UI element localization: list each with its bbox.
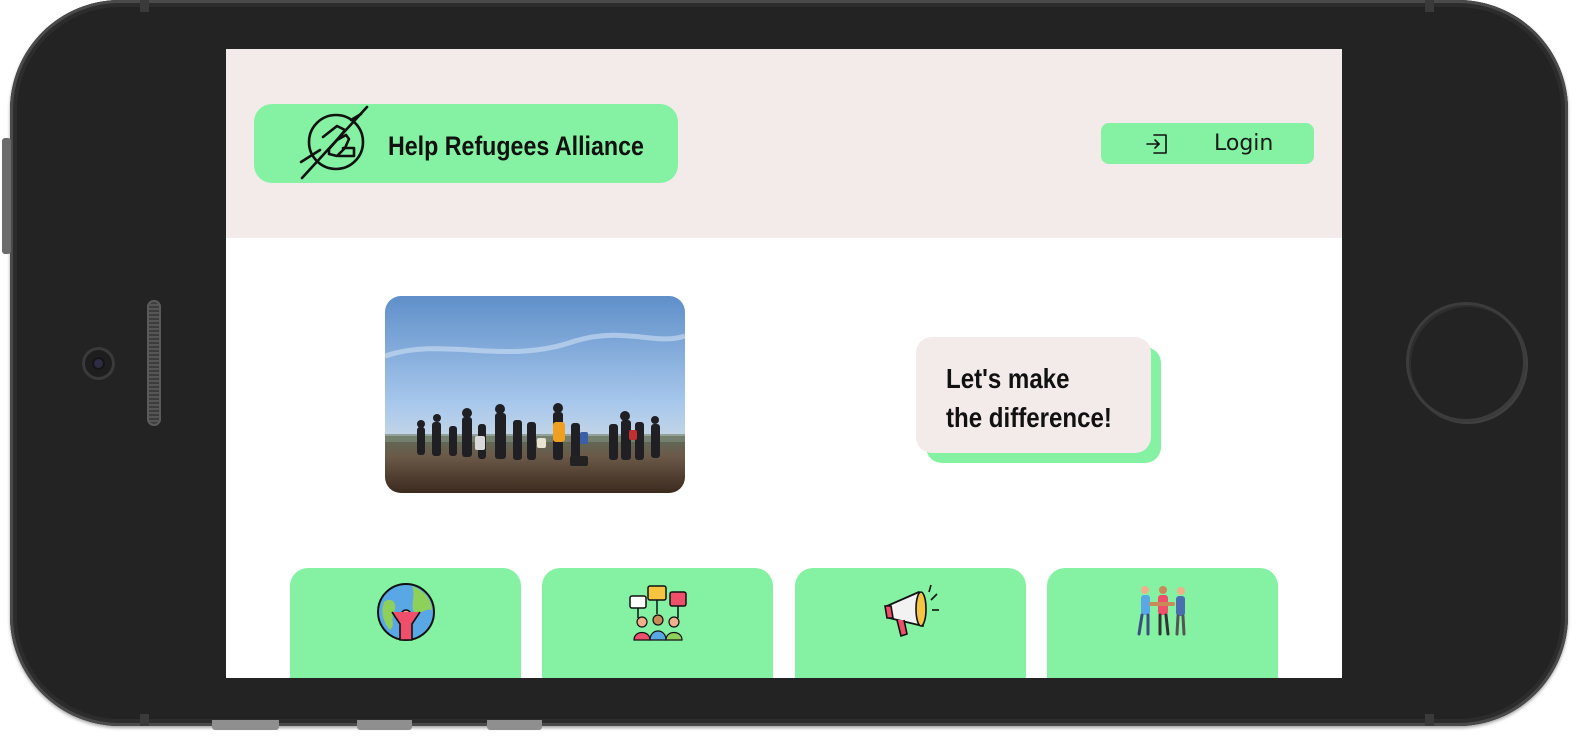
brand-logo-box[interactable]: Help Refugees Alliance — [254, 104, 678, 183]
home-button[interactable] — [1406, 302, 1526, 422]
frame-seam — [1425, 714, 1434, 726]
mute-switch — [487, 720, 542, 730]
frame-seam — [140, 714, 149, 726]
frame-seam — [140, 0, 149, 12]
volume-button — [212, 720, 279, 730]
slogan-line: the difference! — [946, 402, 1112, 433]
power-button — [2, 138, 11, 254]
hands-helping-icon — [299, 104, 374, 182]
site-header: Help Refugees Alliance Login — [226, 49, 1342, 238]
refugees-walking-photo — [385, 296, 685, 493]
app-title: Help Refugees Alliance — [388, 131, 644, 161]
megaphone-icon — [881, 582, 941, 642]
people-handshake-icon — [1133, 582, 1193, 642]
feature-card-megaphone[interactable] — [795, 568, 1026, 678]
feature-card-globe[interactable] — [290, 568, 521, 678]
feature-card-protest[interactable] — [542, 568, 773, 678]
volume-button — [357, 720, 412, 730]
login-button[interactable]: Login — [1101, 123, 1314, 164]
sign-in-icon — [1145, 132, 1169, 156]
app-screen: Help Refugees Alliance Login Let's make … — [226, 49, 1342, 678]
globe-person-icon — [376, 582, 436, 642]
slogan-line: Let's make — [946, 363, 1070, 394]
feature-card-community[interactable] — [1047, 568, 1278, 678]
login-label: Login — [1214, 131, 1274, 156]
front-camera — [82, 347, 115, 380]
frame-seam — [1425, 0, 1434, 12]
slogan-box: Let's make the difference! — [916, 337, 1151, 453]
protest-crowd-icon — [628, 582, 688, 642]
earpiece-speaker — [147, 300, 161, 426]
